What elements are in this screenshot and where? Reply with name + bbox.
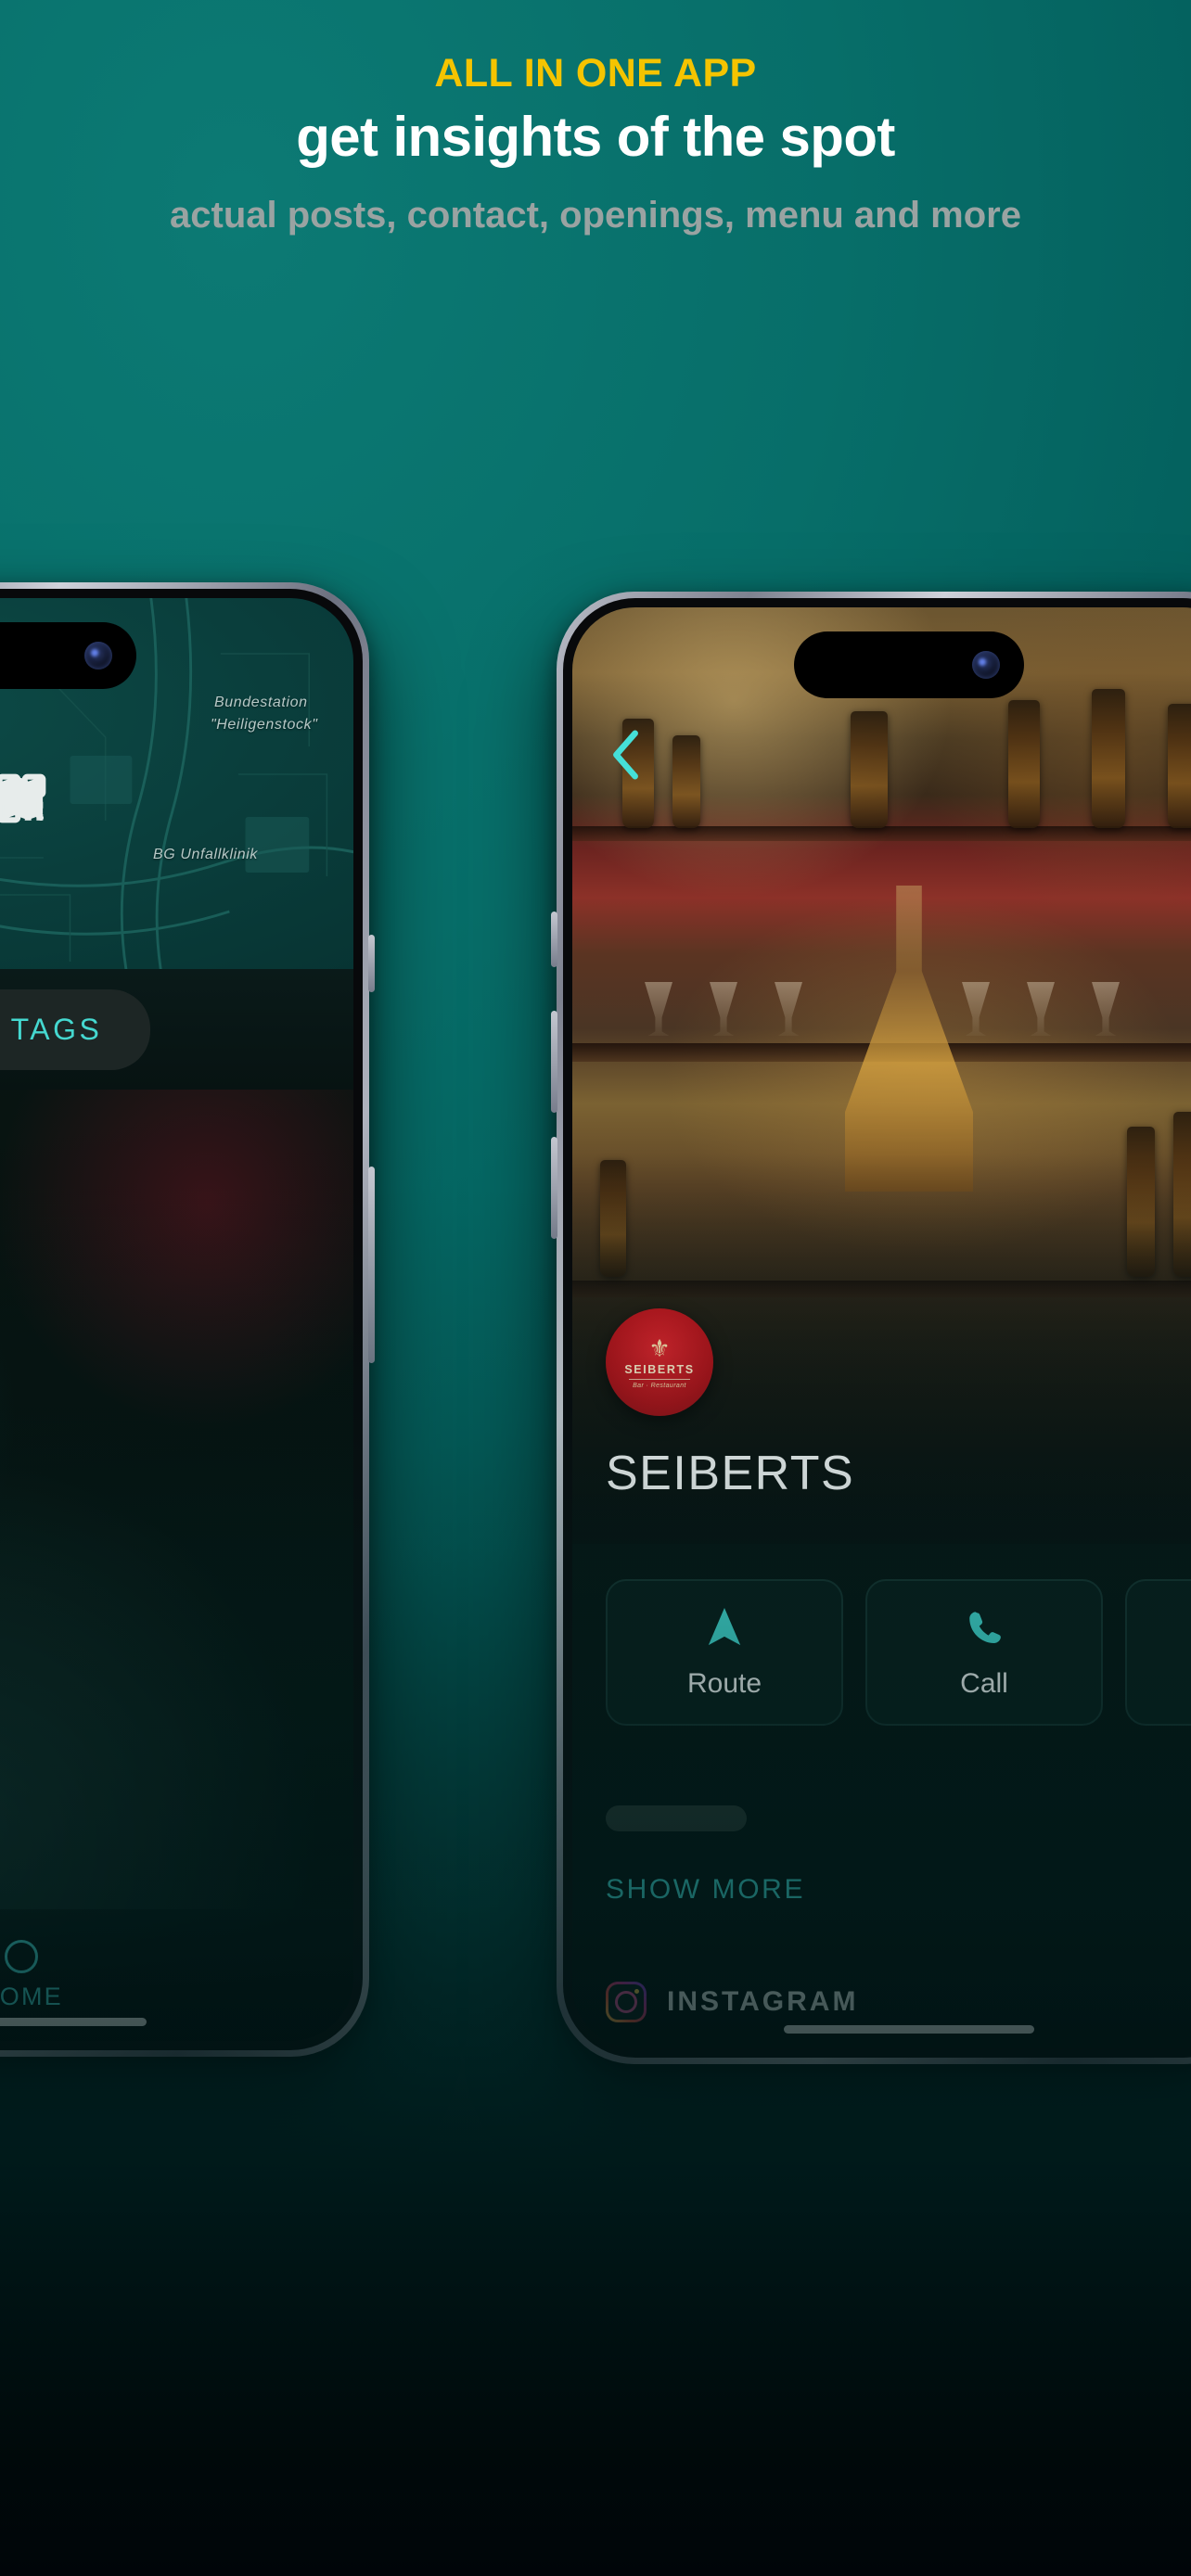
glass-decor	[775, 982, 802, 1036]
route-label: Route	[686, 1667, 762, 1699]
map-toolbar	[0, 772, 353, 824]
hero-subline: actual posts, contact, openings, menu an…	[170, 195, 1021, 236]
search-icon[interactable]	[0, 772, 240, 824]
home-indicator[interactable]	[0, 2018, 147, 2026]
tab-home-label[interactable]: HOME	[0, 1983, 63, 2011]
spot-detail-pane: Route Call SHOW MORE INSTAGRAM	[572, 1544, 1191, 2048]
navigation-arrow-icon	[705, 1606, 744, 1653]
instagram-icon	[606, 1982, 647, 2022]
phone-screen-left: NGESHEIM eburgstraße Gießener Straße Bun…	[0, 598, 353, 2041]
hero-headline: get insights of the spot	[296, 106, 895, 168]
phone-mockup-right: ⚜ SEIBERTS Bar · Restaurant SEIBERTS Rou…	[551, 592, 1191, 2064]
dynamic-island	[0, 622, 136, 689]
silent-switch[interactable]	[551, 912, 557, 967]
spot-logo-badge: ⚜ SEIBERTS Bar · Restaurant	[606, 1308, 713, 1416]
route-button[interactable]: Route	[606, 1579, 843, 1726]
map-label: BG Unfallklinik	[153, 847, 259, 862]
glass-decor	[1027, 982, 1055, 1036]
phone-bezel: NGESHEIM eburgstraße Gießener Straße Bun…	[0, 589, 363, 2050]
glass-decor	[710, 982, 737, 1036]
bottle-decor	[1168, 704, 1191, 828]
bottle-decor	[1092, 689, 1125, 828]
front-camera-icon	[972, 651, 1000, 679]
spot-hero-photo[interactable]: ⚜ SEIBERTS Bar · Restaurant SEIBERTS	[572, 607, 1191, 1544]
action-buttons-row: Route Call	[606, 1579, 1191, 1726]
map-label: "Heiligenstock"	[211, 717, 318, 733]
bottle-decor	[1008, 700, 1040, 828]
shelf-decor	[572, 826, 1191, 841]
volume-button[interactable]	[368, 1167, 375, 1363]
badge-tagline: Bar · Restaurant	[633, 1382, 686, 1389]
bottle-decor	[672, 735, 700, 828]
glass-decor	[1092, 982, 1120, 1036]
show-more-button[interactable]: SHOW MORE	[606, 1874, 1191, 1906]
home-indicator[interactable]	[784, 2025, 1034, 2034]
bottle-decor	[851, 711, 888, 828]
hero-eyebrow: ALL IN ONE APP	[434, 51, 757, 96]
instagram-label: INSTAGRAM	[667, 1986, 859, 2017]
volume-up-button[interactable]	[551, 1011, 557, 1113]
phone-mockup-left: NGESHEIM eburgstraße Gießener Straße Bun…	[0, 582, 375, 2057]
instagram-section-header: INSTAGRAM	[606, 1982, 1191, 2022]
call-button[interactable]: Call	[865, 1579, 1103, 1726]
volume-down-button[interactable]	[551, 1137, 557, 1239]
phone-bezel: ⚜ SEIBERTS Bar · Restaurant SEIBERTS Rou…	[563, 598, 1191, 2058]
phone-screen-right: ⚜ SEIBERTS Bar · Restaurant SEIBERTS Rou…	[572, 607, 1191, 2048]
badge-emblem: ⚜	[648, 1333, 671, 1362]
glass-decor	[962, 982, 990, 1036]
front-camera-icon	[84, 642, 112, 670]
tags-strip: TAGS	[0, 969, 353, 1090]
glass-decor	[645, 982, 672, 1036]
call-label: Call	[960, 1667, 1008, 1699]
spot-title: SEIBERTS	[606, 1447, 855, 1500]
promo-screenshot: ALL IN ONE APP get insights of the spot …	[0, 0, 1191, 2576]
chevron-left-icon[interactable]	[606, 728, 647, 786]
tags-button[interactable]: TAGS	[0, 988, 151, 1070]
circle-icon[interactable]	[5, 1939, 38, 1973]
hero-copy: ALL IN ONE APP get insights of the spot …	[0, 0, 1191, 236]
phone-icon	[965, 1606, 1004, 1653]
map-label: Bundestation	[214, 695, 308, 710]
carafe-decor	[845, 886, 973, 1192]
placeholder-bar	[606, 1805, 747, 1831]
power-button[interactable]	[368, 935, 375, 992]
dynamic-island	[794, 631, 1024, 698]
extra-action-button[interactable]	[1125, 1579, 1191, 1726]
badge-name: SEIBERTS	[624, 1362, 695, 1376]
tags-label: TAGS	[10, 1012, 103, 1046]
feed-card-image[interactable]: MENTS	[0, 1090, 353, 2041]
badge-divider	[629, 1378, 690, 1380]
